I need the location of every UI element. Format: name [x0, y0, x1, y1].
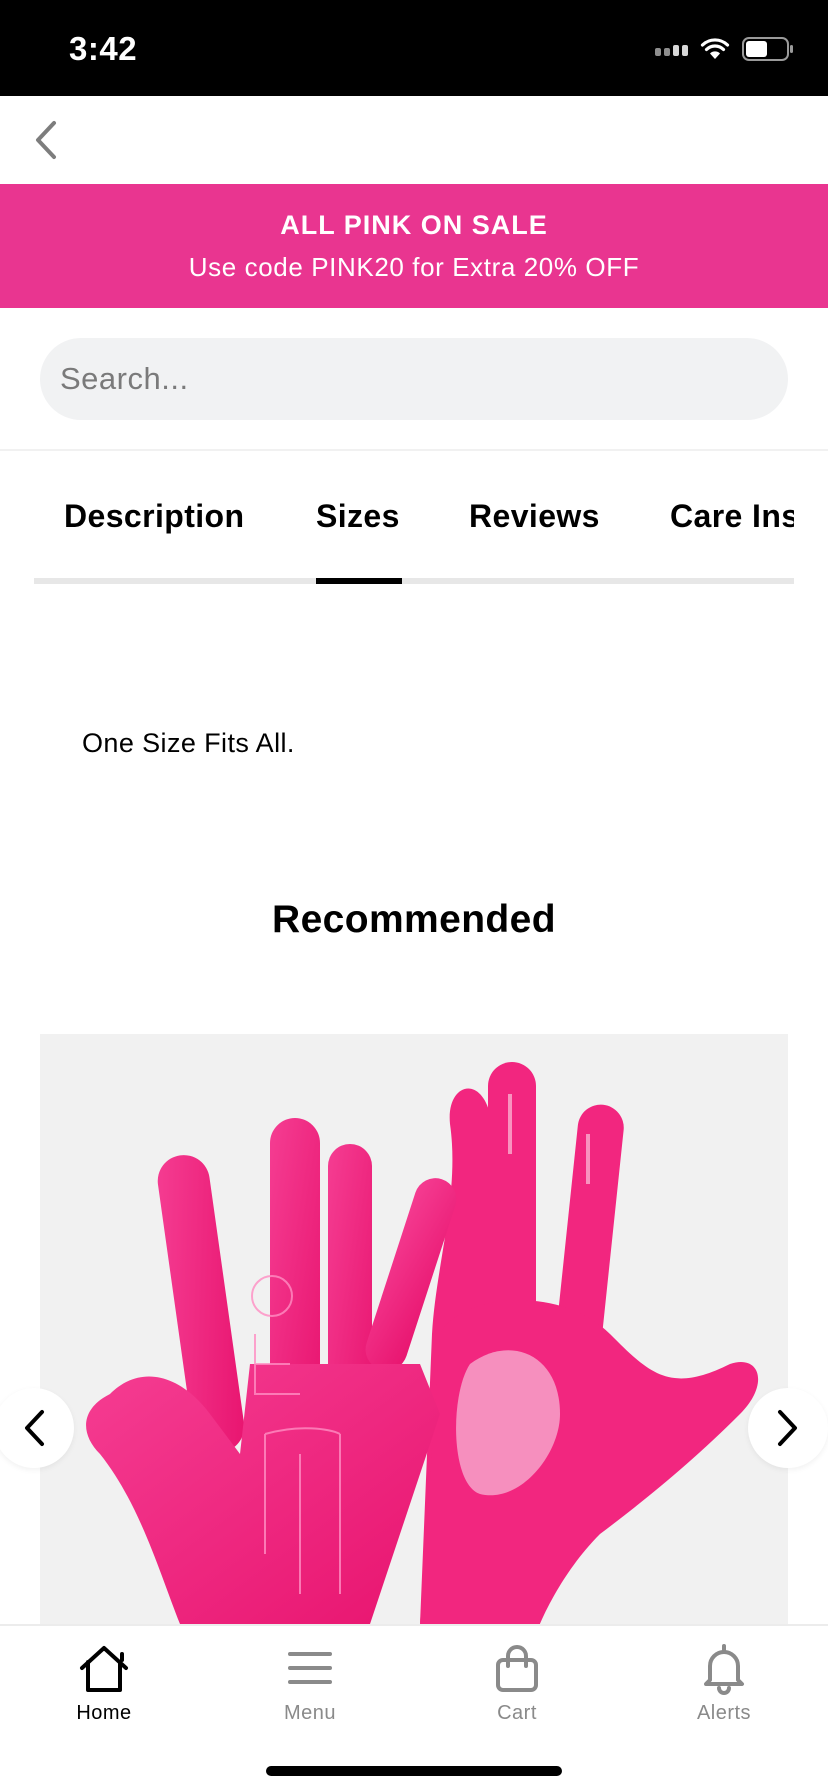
tab-cart[interactable]: Cart — [447, 1640, 587, 1736]
status-icons — [655, 36, 794, 62]
carousel-next-button[interactable] — [748, 1388, 828, 1468]
recommended-product-card[interactable] — [40, 1034, 788, 1624]
menu-icon — [288, 1652, 332, 1684]
pink-gloves-image — [86, 1062, 759, 1624]
tabs-divider — [34, 578, 794, 584]
tab-home[interactable]: Home — [34, 1640, 174, 1736]
search-section — [0, 308, 828, 451]
tab-description[interactable]: Description — [64, 498, 244, 535]
tab-reviews[interactable]: Reviews — [469, 498, 600, 535]
wifi-icon — [700, 38, 730, 59]
promo-banner[interactable]: ALL PINK ON SALE Use code PINK20 for Ext… — [0, 184, 828, 308]
tab-cart-label: Cart — [497, 1702, 537, 1724]
bell-icon — [704, 1644, 744, 1695]
tab-home-label: Home — [76, 1702, 132, 1724]
cellular-signal-icon — [655, 42, 688, 56]
recommended-heading: Recommended — [272, 898, 556, 941]
product-tabs: Description Sizes Reviews Care Ins — [34, 452, 794, 584]
tab-sizes[interactable]: Sizes — [316, 498, 400, 535]
status-time: 3:42 — [69, 30, 138, 67]
promo-title: ALL PINK ON SALE — [280, 210, 548, 240]
status-bar: 3:42 — [0, 0, 828, 96]
active-tab-indicator — [316, 578, 402, 584]
search-input[interactable] — [40, 338, 788, 420]
promo-subtitle: Use code PINK20 for Extra 20% OFF — [188, 252, 640, 282]
chevron-left-icon — [36, 121, 56, 159]
tab-alerts-label: Alerts — [696, 1702, 752, 1724]
chevron-right-icon — [778, 1410, 797, 1446]
tab-alerts[interactable]: Alerts — [654, 1640, 794, 1736]
sizes-text: One Size Fits All. — [82, 728, 295, 758]
navigation-bar — [0, 96, 828, 184]
battery-icon — [742, 37, 793, 61]
home-icon — [80, 1646, 128, 1692]
shopping-bag-icon — [496, 1645, 538, 1692]
tab-menu[interactable]: Menu — [240, 1640, 380, 1736]
tab-menu-label: Menu — [283, 1702, 337, 1724]
back-button[interactable] — [18, 112, 74, 168]
chevron-left-icon — [25, 1410, 44, 1446]
home-indicator — [266, 1766, 562, 1776]
tab-care-instructions[interactable]: Care Ins — [670, 498, 794, 535]
